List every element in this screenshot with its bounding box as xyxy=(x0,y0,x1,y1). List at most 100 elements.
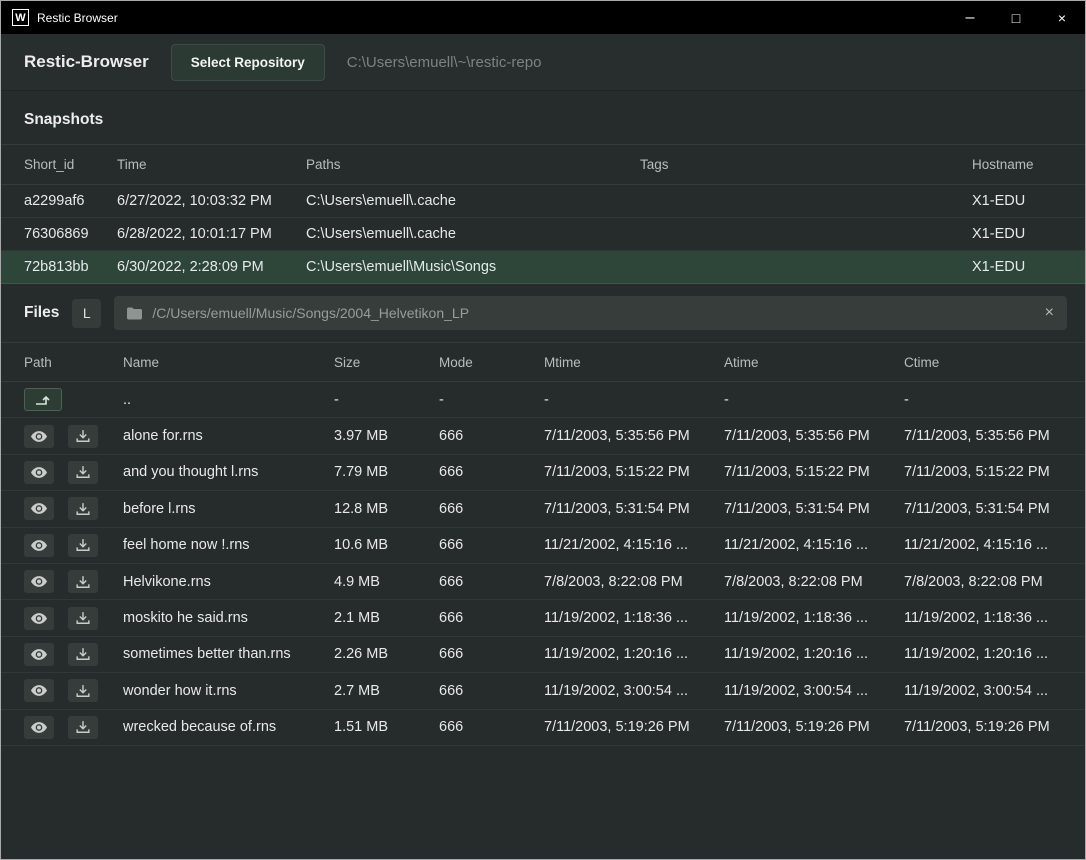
file-atime: 7/11/2003, 5:19:26 PM xyxy=(724,719,904,735)
column-name: Name xyxy=(123,355,334,370)
app-name: Restic-Browser xyxy=(24,52,149,72)
file-row[interactable]: feel home now !.rns 10.6 MB 666 11/21/20… xyxy=(1,528,1085,564)
file-row[interactable]: before l.rns 12.8 MB 666 7/11/2003, 5:31… xyxy=(1,491,1085,527)
eye-icon xyxy=(31,649,47,660)
file-row[interactable]: .. - - - - - xyxy=(1,382,1085,418)
eye-icon xyxy=(31,503,47,514)
file-size: 12.8 MB xyxy=(334,501,439,517)
snapshot-short-id: a2299af6 xyxy=(24,193,117,209)
file-name: wrecked because of.rns xyxy=(123,719,334,735)
file-row[interactable]: moskito he said.rns 2.1 MB 666 11/19/200… xyxy=(1,600,1085,636)
file-mtime: 7/11/2003, 5:35:56 PM xyxy=(544,428,724,444)
file-actions xyxy=(24,643,123,666)
file-mode: 666 xyxy=(439,537,544,553)
preview-file-button[interactable] xyxy=(24,679,54,702)
restic-browser-window: W Restic Browser – □ × Restic-Browser Se… xyxy=(0,0,1086,860)
preview-file-button[interactable] xyxy=(24,425,54,448)
snapshot-row[interactable]: 76306869 6/28/2022, 10:01:17 PM C:\Users… xyxy=(1,218,1085,251)
select-repository-button[interactable]: Select Repository xyxy=(171,44,325,81)
file-row[interactable]: wrecked because of.rns 1.51 MB 666 7/11/… xyxy=(1,710,1085,746)
file-atime: 11/19/2002, 1:20:16 ... xyxy=(724,646,904,662)
file-atime: 7/11/2003, 5:35:56 PM xyxy=(724,428,904,444)
column-time: Time xyxy=(117,157,306,172)
download-file-button[interactable] xyxy=(68,570,98,593)
file-row[interactable]: sometimes better than.rns 2.26 MB 666 11… xyxy=(1,637,1085,673)
column-size: Size xyxy=(334,355,439,370)
preview-file-button[interactable] xyxy=(24,534,54,557)
file-mtime: - xyxy=(544,392,724,408)
tree-view-toggle-button[interactable]: L xyxy=(72,299,101,328)
column-mtime: Mtime xyxy=(544,355,724,370)
snapshot-row[interactable]: 72b813bb 6/30/2022, 2:28:09 PM C:\Users\… xyxy=(1,251,1085,284)
file-atime: 7/11/2003, 5:31:54 PM xyxy=(724,501,904,517)
snapshot-short-id: 76306869 xyxy=(24,226,117,242)
snapshot-time: 6/30/2022, 2:28:09 PM xyxy=(117,259,306,275)
file-mode: 666 xyxy=(439,610,544,626)
file-row[interactable]: alone for.rns 3.97 MB 666 7/11/2003, 5:3… xyxy=(1,418,1085,454)
column-hostname: Hostname xyxy=(972,157,1085,172)
file-name: moskito he said.rns xyxy=(123,610,334,626)
snapshot-time: 6/27/2022, 10:03:32 PM xyxy=(117,193,306,209)
download-file-button[interactable] xyxy=(68,607,98,630)
repository-path: C:\Users\emuell\~\restic-repo xyxy=(347,54,542,71)
file-mode: 666 xyxy=(439,501,544,517)
file-actions xyxy=(24,388,123,411)
current-path-text: /C/Users/emuell/Music/Songs/2004_Helveti… xyxy=(152,305,469,321)
file-ctime: 7/11/2003, 5:19:26 PM xyxy=(904,719,1085,735)
file-mode: 666 xyxy=(439,719,544,735)
window-controls: – □ × xyxy=(947,1,1085,34)
preview-file-button[interactable] xyxy=(24,643,54,666)
window-title: Restic Browser xyxy=(37,11,118,25)
snapshots-table-body: a2299af6 6/27/2022, 10:03:32 PM C:\Users… xyxy=(1,185,1085,284)
file-actions xyxy=(24,534,123,557)
snapshot-row[interactable]: a2299af6 6/27/2022, 10:03:32 PM C:\Users… xyxy=(1,185,1085,218)
file-size: 10.6 MB xyxy=(334,537,439,553)
file-mode: 666 xyxy=(439,464,544,480)
download-file-button[interactable] xyxy=(68,497,98,520)
file-ctime: 7/11/2003, 5:31:54 PM xyxy=(904,501,1085,517)
download-file-button[interactable] xyxy=(68,534,98,557)
download-file-button[interactable] xyxy=(68,461,98,484)
preview-file-button[interactable] xyxy=(24,716,54,739)
download-file-button[interactable] xyxy=(68,679,98,702)
file-name: .. xyxy=(123,392,334,408)
download-file-button[interactable] xyxy=(68,643,98,666)
file-mtime: 7/11/2003, 5:15:22 PM xyxy=(544,464,724,480)
column-mode: Mode xyxy=(439,355,544,370)
file-atime: 11/19/2002, 3:00:54 ... xyxy=(724,683,904,699)
up-directory-button[interactable] xyxy=(24,388,62,411)
file-mtime: 7/11/2003, 5:31:54 PM xyxy=(544,501,724,517)
file-row[interactable]: and you thought l.rns 7.79 MB 666 7/11/2… xyxy=(1,455,1085,491)
file-mtime: 11/19/2002, 3:00:54 ... xyxy=(544,683,724,699)
close-button[interactable]: × xyxy=(1039,1,1085,34)
eye-icon xyxy=(31,431,47,442)
preview-file-button[interactable] xyxy=(24,497,54,520)
clear-path-button[interactable]: × xyxy=(1045,305,1054,321)
download-file-button[interactable] xyxy=(68,716,98,739)
download-file-button[interactable] xyxy=(68,425,98,448)
preview-file-button[interactable] xyxy=(24,607,54,630)
download-icon xyxy=(76,684,90,698)
file-name: before l.rns xyxy=(123,501,334,517)
preview-file-button[interactable] xyxy=(24,461,54,484)
maximize-button[interactable]: □ xyxy=(993,1,1039,34)
eye-icon xyxy=(31,685,47,696)
snapshots-table-header: Short_id Time Paths Tags Hostname xyxy=(1,144,1085,185)
file-actions xyxy=(24,679,123,702)
file-mtime: 11/19/2002, 1:18:36 ... xyxy=(544,610,724,626)
minimize-button[interactable]: – xyxy=(947,1,993,34)
file-size: 2.26 MB xyxy=(334,646,439,662)
file-size: 4.9 MB xyxy=(334,574,439,590)
column-atime: Atime xyxy=(724,355,904,370)
file-size: - xyxy=(334,392,439,408)
file-name: and you thought l.rns xyxy=(123,464,334,480)
preview-file-button[interactable] xyxy=(24,570,54,593)
file-name: Helvikone.rns xyxy=(123,574,334,590)
file-actions xyxy=(24,425,123,448)
file-name: sometimes better than.rns xyxy=(123,646,334,662)
file-row[interactable]: wonder how it.rns 2.7 MB 666 11/19/2002,… xyxy=(1,673,1085,709)
current-path-bar[interactable]: /C/Users/emuell/Music/Songs/2004_Helveti… xyxy=(114,296,1067,330)
file-actions xyxy=(24,607,123,630)
file-row[interactable]: Helvikone.rns 4.9 MB 666 7/8/2003, 8:22:… xyxy=(1,564,1085,600)
file-ctime: - xyxy=(904,392,1085,408)
